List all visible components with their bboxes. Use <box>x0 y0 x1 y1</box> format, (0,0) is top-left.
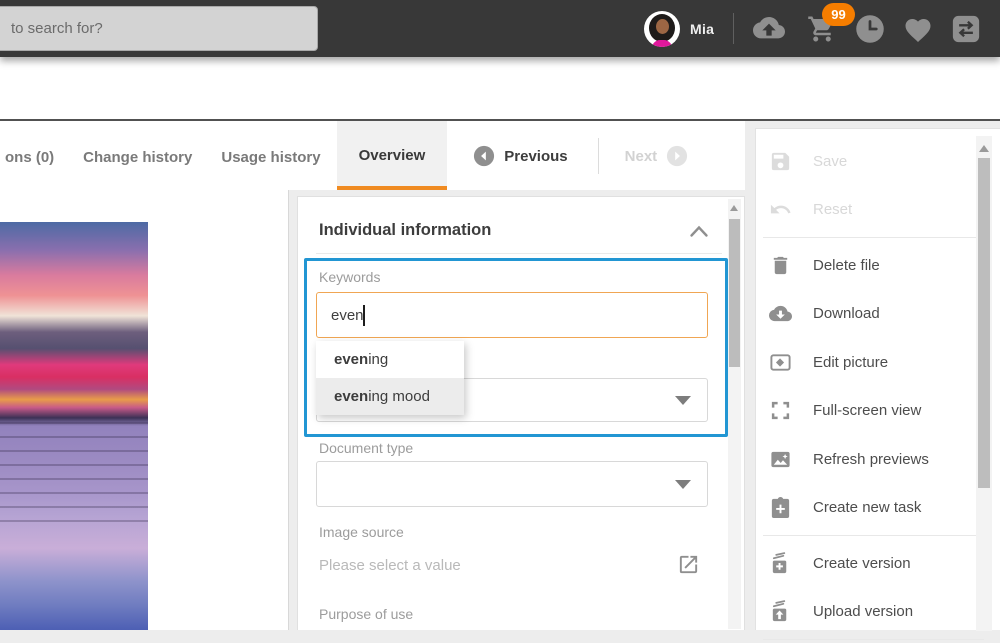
action-label: Full-screen view <box>813 402 921 419</box>
sidebar-action-save: Save <box>756 137 984 186</box>
open-external-icon[interactable] <box>677 553 700 576</box>
sidebar-divider <box>763 237 984 238</box>
chevron-down-icon <box>675 480 691 489</box>
suggestion-match: even <box>334 351 368 368</box>
text-caret <box>363 305 365 326</box>
image-source-label: Image source <box>319 524 404 540</box>
tab-overview[interactable]: Overview <box>337 121 448 190</box>
action-label: Save <box>813 153 847 170</box>
action-label: Download <box>813 305 880 322</box>
upload-version-icon <box>769 600 792 623</box>
action-list: Save Reset Delete file <box>756 137 984 643</box>
metadata-panel: Individual information Keywords evening … <box>297 196 745 630</box>
nav-divider <box>598 138 599 174</box>
panel-scrollbar-thumb[interactable] <box>729 219 740 367</box>
panel-scrollbar[interactable] <box>728 199 741 629</box>
chevron-up-icon[interactable] <box>689 223 709 239</box>
search-input[interactable] <box>0 6 318 51</box>
cloud-upload-icon[interactable] <box>753 17 785 41</box>
action-label: Edit picture <box>813 354 888 371</box>
content-area: Individual information Keywords evening … <box>0 190 1000 630</box>
avatar-face <box>656 19 669 34</box>
sidebar-action-edit-picture[interactable]: Edit picture <box>756 338 984 387</box>
sidebar-action-create-version[interactable]: Create version <box>756 539 984 588</box>
sidebar-scrollbar-thumb[interactable] <box>978 158 990 488</box>
sidebar-action-reset: Reset <box>756 186 984 235</box>
chevron-down-icon <box>675 396 691 405</box>
next-arrow-icon <box>666 145 688 167</box>
tab-bar: ons (0) Change history Usage history Ove… <box>0 121 745 190</box>
action-label: Create new task <box>813 499 921 516</box>
subheader-strip <box>0 57 1000 119</box>
title-divider <box>316 253 722 254</box>
scroll-up-icon[interactable] <box>730 205 738 211</box>
suggestion-evening[interactable]: evening <box>316 341 464 378</box>
right-column: Save Reset Delete file <box>745 121 1000 630</box>
user-name: Mia <box>690 21 714 37</box>
trash-icon <box>769 254 792 277</box>
action-label: Refresh previews <box>813 451 929 468</box>
clock-icon[interactable] <box>855 14 885 44</box>
document-type-select[interactable] <box>316 461 708 507</box>
action-label: Upload version <box>813 603 913 620</box>
avatar[interactable] <box>644 11 680 47</box>
sidebar-action-create-new-task[interactable]: Create new task <box>756 484 984 533</box>
image-source-placeholder: Please select a value <box>319 557 461 574</box>
panel-title: Individual information <box>319 221 491 240</box>
cart-badge: 99 <box>822 3 855 26</box>
tab-change-history[interactable]: Change history <box>83 145 192 166</box>
action-label: Delete file <box>813 257 880 274</box>
top-header-bar: Mia 99 <box>0 0 1000 57</box>
keywords-label: Keywords <box>319 269 380 285</box>
preview-pane <box>0 190 289 630</box>
save-icon <box>769 150 792 173</box>
sidebar-action-download[interactable]: Download <box>756 290 984 339</box>
sidebar-divider <box>763 535 984 536</box>
asset-preview-image[interactable] <box>0 222 148 630</box>
sidebar-scrollbar[interactable] <box>976 136 992 631</box>
sidebar-action-delete-file[interactable]: Delete file <box>756 241 984 290</box>
keywords-input[interactable] <box>316 292 708 338</box>
cloud-download-icon <box>769 302 792 325</box>
previous-label: Previous <box>504 146 567 165</box>
heart-icon[interactable] <box>903 15 933 43</box>
fullscreen-icon <box>769 399 792 422</box>
reset-icon <box>769 198 792 221</box>
suggestion-evening-mood[interactable]: evening mood <box>316 378 464 415</box>
tab-discussions[interactable]: ons (0) <box>5 145 54 166</box>
next-button: Next <box>625 145 689 167</box>
new-task-icon <box>769 496 792 519</box>
sidebar-action-refresh-previews[interactable]: Refresh previews <box>756 435 984 484</box>
next-label: Next <box>625 146 658 165</box>
sidebar-action-fullscreen[interactable]: Full-screen view <box>756 387 984 436</box>
refresh-previews-icon <box>769 448 792 471</box>
autocomplete-dropdown: evening evening mood <box>316 341 464 415</box>
header-divider <box>733 13 734 44</box>
sidebar-divider <box>763 639 984 640</box>
avatar-shirt <box>652 40 672 47</box>
action-label: Create version <box>813 555 911 572</box>
suggestion-rest: ing <box>368 351 388 368</box>
tab-usage-history[interactable]: Usage history <box>221 145 320 166</box>
previous-button[interactable]: Previous <box>473 145 567 167</box>
scroll-up-icon[interactable] <box>979 145 989 152</box>
suggestion-rest: ing mood <box>368 388 430 405</box>
create-version-icon <box>769 552 792 575</box>
previous-arrow-icon <box>473 145 495 167</box>
suggestion-match: even <box>334 388 368 405</box>
edit-picture-icon <box>769 351 792 374</box>
document-type-label: Document type <box>319 440 413 456</box>
purpose-of-use-label: Purpose of use <box>319 606 413 622</box>
action-sidebar: Save Reset Delete file <box>755 128 1000 630</box>
action-label: Reset <box>813 201 852 218</box>
sidebar-action-upload-version[interactable]: Upload version <box>756 588 984 637</box>
transfer-icon[interactable] <box>951 14 981 44</box>
